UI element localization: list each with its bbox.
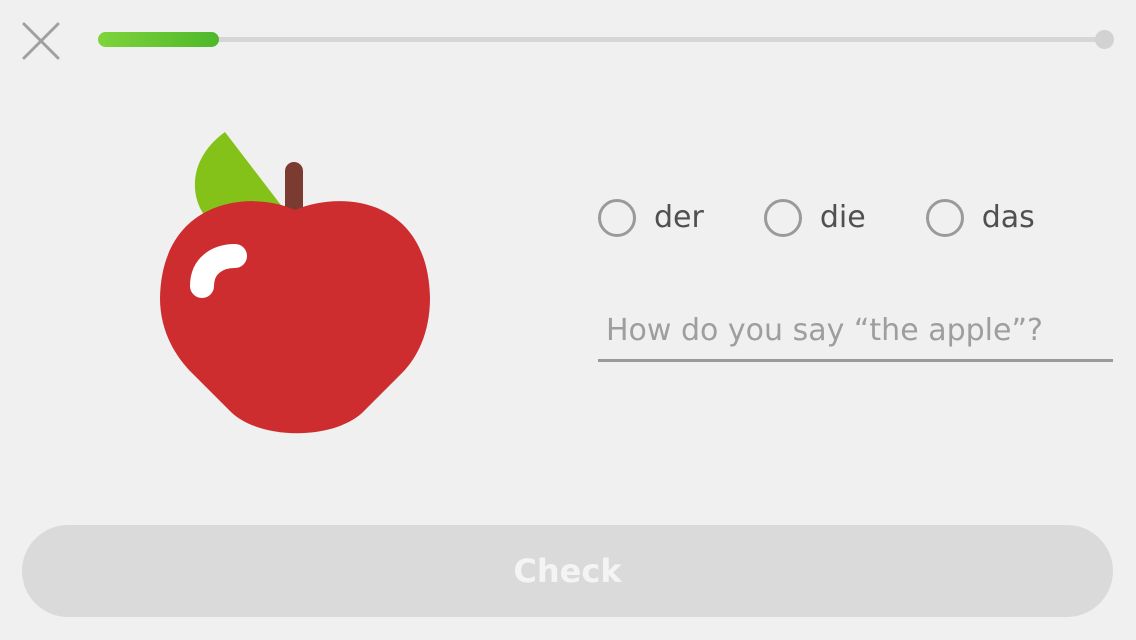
radio-der[interactable] [598, 199, 636, 237]
option-label: der [654, 200, 704, 235]
option-label: das [981, 200, 1035, 235]
option-das[interactable]: das [925, 196, 1035, 240]
radio-das[interactable] [925, 199, 964, 237]
radio-die[interactable] [763, 199, 802, 237]
answer-input[interactable] [598, 302, 1113, 362]
option-die[interactable]: die [763, 196, 866, 240]
apple-icon [160, 132, 430, 434]
close-button[interactable] [20, 20, 62, 62]
option-label: die [819, 200, 866, 235]
article-options: der die das [598, 196, 1035, 240]
lesson-screen: der die das Check [0, 0, 1136, 640]
option-der[interactable]: der [598, 196, 704, 240]
progress-bar [98, 30, 1114, 49]
check-button[interactable]: Check [22, 525, 1113, 617]
close-icon [22, 22, 60, 60]
progress-fill [98, 32, 219, 47]
progress-end-marker [1095, 30, 1114, 49]
